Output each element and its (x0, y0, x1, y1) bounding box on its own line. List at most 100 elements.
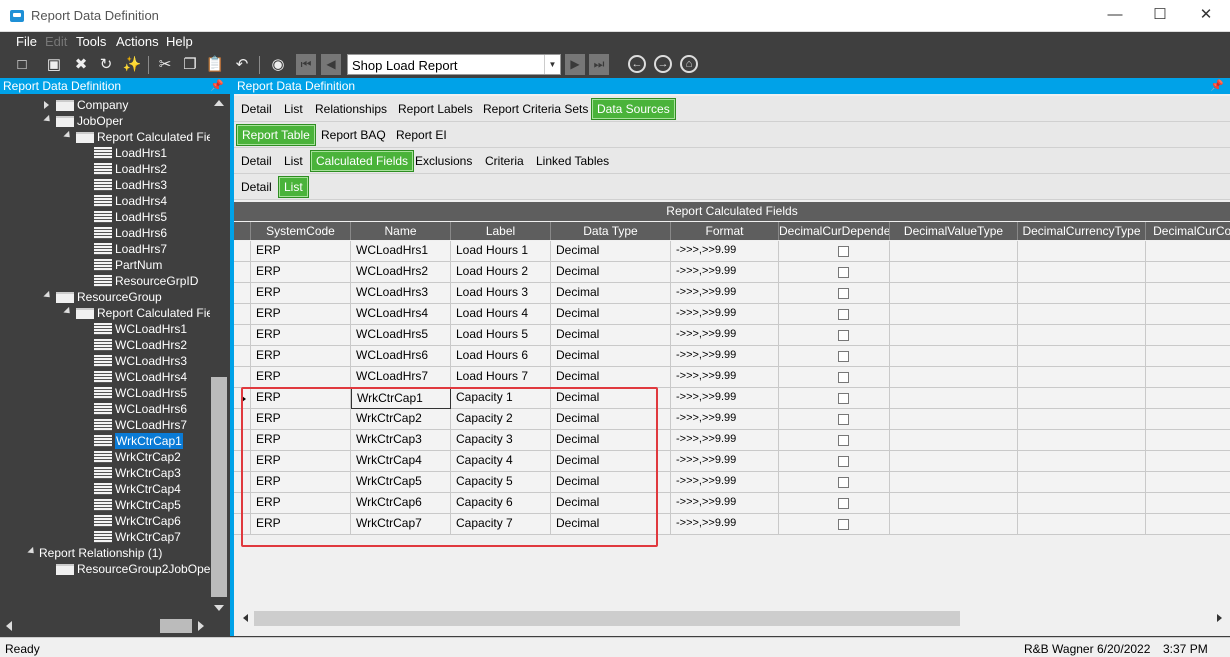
tab-report-baq[interactable]: Report BAQ (321, 128, 386, 142)
table-cell[interactable]: WCLoadHrs7 (351, 367, 451, 388)
table-cell[interactable]: Load Hours 1 (451, 241, 551, 262)
tree-node[interactable]: LoadHrs6 (0, 225, 210, 241)
table-cell[interactable]: ->>>,>>9.99 (671, 430, 779, 451)
row-selector[interactable] (234, 367, 251, 388)
table-cell[interactable] (890, 241, 1018, 262)
table-cell[interactable] (1146, 346, 1230, 367)
tab-report-criteria-sets[interactable]: Report Criteria Sets (483, 102, 588, 116)
save-icon[interactable]: ▣ (44, 55, 64, 75)
decimal-cur-depended-checkbox[interactable] (838, 246, 849, 257)
column-header[interactable]: Name (351, 222, 451, 240)
menu-file[interactable]: File (16, 34, 37, 49)
column-header[interactable]: SystemCode (251, 222, 351, 240)
table-cell[interactable] (1146, 514, 1230, 535)
table-cell[interactable] (1146, 388, 1230, 409)
grid-horizontal-scrollbar[interactable] (234, 610, 1230, 627)
table-cell[interactable] (779, 346, 890, 367)
decimal-cur-depended-checkbox[interactable] (838, 435, 849, 446)
table-cell[interactable] (1018, 451, 1146, 472)
tree-node[interactable]: WCLoadHrs1 (0, 321, 210, 337)
table-cell[interactable]: ->>>,>>9.99 (671, 493, 779, 514)
table-cell[interactable] (890, 472, 1018, 493)
table-cell[interactable] (890, 262, 1018, 283)
table-cell[interactable] (779, 283, 890, 304)
tree-node[interactable]: WrkCtrCap5 (0, 497, 210, 513)
table-cell[interactable]: ->>>,>>9.99 (671, 451, 779, 472)
decimal-cur-depended-checkbox[interactable] (838, 477, 849, 488)
tree-node[interactable]: Report Relationship (1) (0, 545, 210, 561)
table-row[interactable]: ERP WCLoadHrs6 Load Hours 6 Decimal ->>>,>>9… (234, 346, 1230, 367)
tab-list[interactable]: List (278, 176, 309, 198)
table-cell[interactable] (779, 514, 890, 535)
table-cell[interactable] (1018, 241, 1146, 262)
decimal-cur-depended-checkbox[interactable] (838, 309, 849, 320)
table-cell[interactable]: WCLoadHrs2 (351, 262, 451, 283)
row-selector[interactable] (234, 304, 251, 325)
table-cell[interactable]: ERP (251, 325, 351, 346)
tab-calculated-fields[interactable]: Calculated Fields (310, 150, 415, 172)
table-cell[interactable] (1146, 472, 1230, 493)
table-cell[interactable]: Load Hours 3 (451, 283, 551, 304)
delete-icon[interactable]: ✖ (71, 55, 91, 75)
scrollbar-thumb[interactable] (160, 619, 192, 633)
tab-report-labels[interactable]: Report Labels (398, 102, 473, 116)
back-icon[interactable]: ← (628, 55, 646, 73)
tree-node[interactable]: WCLoadHrs4 (0, 369, 210, 385)
table-cell[interactable] (779, 367, 890, 388)
tab-list[interactable]: List (284, 102, 303, 116)
maximize-icon[interactable]: ☐ (1137, 2, 1183, 28)
table-cell[interactable]: ->>>,>>9.99 (671, 346, 779, 367)
table-cell[interactable] (1146, 409, 1230, 430)
tree-node[interactable]: WrkCtrCap2 (0, 449, 210, 465)
row-selector[interactable] (234, 262, 251, 283)
close-icon[interactable]: ✕ (1183, 2, 1229, 28)
table-cell[interactable] (1146, 493, 1230, 514)
table-cell[interactable] (1146, 367, 1230, 388)
table-cell[interactable] (779, 241, 890, 262)
decimal-cur-depended-checkbox[interactable] (838, 288, 849, 299)
tree-node[interactable]: ResourceGroup2JobOper (0, 561, 210, 577)
previous-record-icon[interactable]: ◀ (321, 54, 341, 75)
table-cell[interactable]: Decimal (551, 304, 671, 325)
table-cell[interactable]: ERP (251, 241, 351, 262)
tab-list[interactable]: List (284, 154, 303, 168)
collapsed-arrow-icon[interactable] (44, 101, 49, 109)
search-icon[interactable]: ◉ (268, 55, 288, 75)
column-header[interactable]: Format (671, 222, 779, 240)
table-row[interactable]: ERP WCLoadHrs7 Load Hours 7 Decimal ->>>,>>9… (234, 367, 1230, 388)
tree-node[interactable]: WrkCtrCap3 (0, 465, 210, 481)
table-cell[interactable]: ERP (251, 304, 351, 325)
menu-tools[interactable]: Tools (76, 34, 106, 49)
tree-node[interactable]: ResourceGrpID (0, 273, 210, 289)
expanded-arrow-icon[interactable] (27, 546, 37, 557)
table-cell[interactable] (1018, 325, 1146, 346)
tree-node[interactable]: WrkCtrCap4 (0, 481, 210, 497)
table-cell[interactable]: WCLoadHrs4 (351, 304, 451, 325)
table-cell[interactable] (1146, 262, 1230, 283)
undo-icon[interactable]: ↶ (232, 55, 252, 75)
tree-node[interactable]: WCLoadHrs3 (0, 353, 210, 369)
column-header[interactable]: DecimalValueType (890, 222, 1018, 240)
scroll-up-icon[interactable] (214, 100, 224, 106)
decimal-cur-depended-checkbox[interactable] (838, 330, 849, 341)
table-cell[interactable]: ->>>,>>9.99 (671, 388, 779, 409)
table-cell[interactable]: ->>>,>>9.99 (671, 472, 779, 493)
tab-detail[interactable]: Detail (241, 154, 272, 168)
tree-node[interactable]: LoadHrs5 (0, 209, 210, 225)
row-selector[interactable] (234, 346, 251, 367)
table-cell[interactable]: ERP (251, 283, 351, 304)
table-row[interactable]: ERP WCLoadHrs1 Load Hours 1 Decimal ->>>,>>9… (234, 241, 1230, 262)
decimal-cur-depended-checkbox[interactable] (838, 351, 849, 362)
clear-icon[interactable]: ✨ (122, 55, 142, 75)
tree-node[interactable]: LoadHrs2 (0, 161, 210, 177)
decimal-cur-depended-checkbox[interactable] (838, 414, 849, 425)
table-cell[interactable]: Decimal (551, 283, 671, 304)
decimal-cur-depended-checkbox[interactable] (838, 372, 849, 383)
table-cell[interactable] (1146, 304, 1230, 325)
tree-vertical-scrollbar[interactable] (210, 95, 228, 620)
table-cell[interactable] (890, 430, 1018, 451)
paste-icon[interactable]: 📋 (205, 55, 225, 75)
tree-node[interactable]: WCLoadHrs2 (0, 337, 210, 353)
table-cell[interactable] (1146, 283, 1230, 304)
tree-node[interactable]: LoadHrs1 (0, 145, 210, 161)
